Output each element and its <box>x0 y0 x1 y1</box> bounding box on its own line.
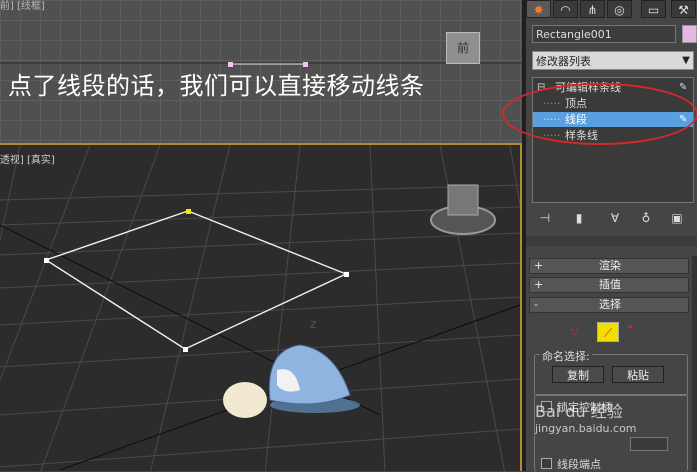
rollout-selection[interactable]: - 选择 <box>529 297 689 313</box>
modify-tab-icon[interactable]: ◠ <box>553 0 578 18</box>
perspective-viewport-label[interactable]: [透视] [真实] <box>0 151 55 166</box>
rollout-title: 插值 <box>599 278 621 291</box>
chevron-down-icon[interactable]: ▼ <box>678 51 694 70</box>
object-color-swatch[interactable] <box>682 25 697 43</box>
display-tab-icon[interactable]: ▭ <box>641 0 666 18</box>
paste-button[interactable]: 粘贴 <box>612 366 664 383</box>
vertex-mode-icon[interactable]: ∵ <box>571 326 587 340</box>
motion-tab-icon[interactable]: ◎ <box>607 0 632 18</box>
make-unique-icon[interactable]: ∀ <box>604 208 626 228</box>
rollout-title: 渲染 <box>599 259 621 272</box>
show-end-result-icon[interactable]: ▮ <box>568 208 590 228</box>
front-viewport[interactable]: [前] [线框] 前 点了线段的话，我们可以直接移动线条 <box>0 0 522 143</box>
modifier-list-dropdown[interactable]: 修改器列表 <box>532 51 694 70</box>
stack-toolbar: ⊣ ▮ ∀ ♁ ▣ <box>530 208 695 228</box>
segment-endpoints-checkbox[interactable] <box>541 458 552 469</box>
panel-separator <box>526 236 697 246</box>
segment-mode-icon[interactable]: ⟋ <box>597 322 619 342</box>
perspective-grid <box>0 145 520 471</box>
threshold-spinner[interactable] <box>630 437 668 451</box>
spline-mode-icon[interactable]: ⌃ <box>625 324 641 340</box>
watermark-logo: Bai du 经验 jingyan.baidu.com <box>535 402 637 435</box>
rollout-title: 选择 <box>599 298 621 311</box>
rollout-interpolation[interactable]: + 插值 <box>529 277 689 293</box>
svg-text:z: z <box>310 317 316 331</box>
tutorial-caption: 点了线段的话，我们可以直接移动线条 <box>8 72 425 100</box>
front-viewport-label[interactable]: [前] [线框] <box>0 0 45 12</box>
rollout-render[interactable]: + 渲染 <box>529 258 689 274</box>
segment-endpoints-label: 线段端点 <box>557 458 601 471</box>
configure-sets-icon[interactable]: ▣ <box>666 208 688 228</box>
create-tab-icon[interactable]: ✸ <box>526 0 551 18</box>
decorative-sticker: z <box>223 317 360 418</box>
perspective-viewport[interactable]: [透视] [真实] z <box>0 143 522 471</box>
named-selection-label: 命名选择: <box>540 348 592 364</box>
remove-modifier-icon[interactable]: ♁ <box>635 208 657 228</box>
utilities-tab-icon[interactable]: ⚒ <box>671 0 696 18</box>
edit-icon: ✎ <box>679 82 688 93</box>
pin-stack-icon[interactable]: ⊣ <box>534 208 556 228</box>
viewcube[interactable]: 前 <box>446 32 480 64</box>
panel-scrollbar[interactable] <box>692 256 697 471</box>
hierarchy-tab-icon[interactable]: ⋔ <box>580 0 605 18</box>
highlight-ellipse <box>502 83 697 145</box>
copy-button[interactable]: 复制 <box>552 366 604 383</box>
object-name-field[interactable]: Rectangle001 <box>532 25 676 43</box>
